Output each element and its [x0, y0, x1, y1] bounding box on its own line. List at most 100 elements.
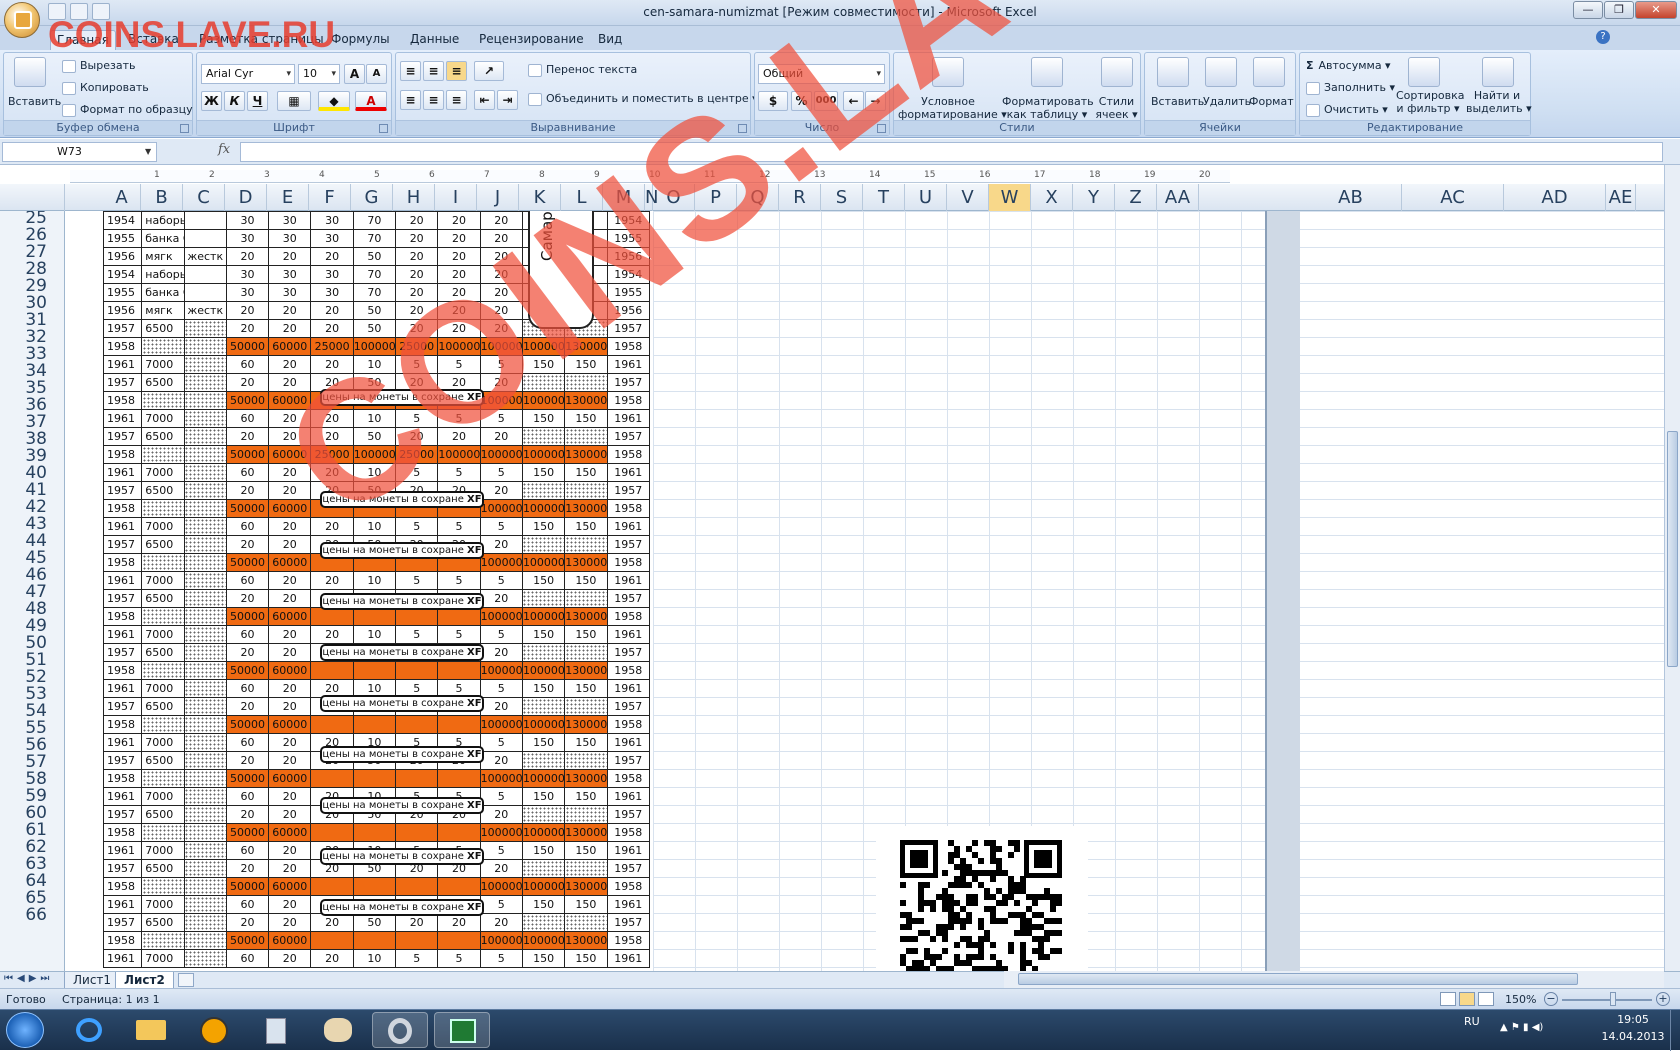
table-cell[interactable]	[183, 553, 227, 572]
table-cell[interactable]: 20	[479, 805, 523, 824]
table-cell[interactable]	[310, 715, 354, 734]
align-center-icon[interactable]: ≡	[423, 90, 444, 110]
fill-color-icon[interactable]: ◆	[318, 91, 350, 111]
table-cell[interactable]	[183, 427, 227, 446]
table-cell[interactable]	[521, 481, 566, 500]
table-cell[interactable]: 150	[564, 841, 608, 860]
table-cell[interactable]: 1957	[606, 805, 651, 824]
row-header[interactable]: 64	[0, 873, 64, 890]
align-left-icon[interactable]: ≡	[400, 90, 421, 110]
table-cell[interactable]: 5	[437, 571, 481, 590]
sort-filter-button[interactable]: Сортировка и фильтр ▾	[1396, 89, 1465, 115]
table-cell[interactable]: 100000	[479, 661, 523, 680]
paste-button[interactable]: Вставить	[8, 95, 61, 108]
column-header-b[interactable]: B	[141, 184, 183, 211]
table-cell[interactable]: 50000	[225, 931, 270, 950]
table-cell[interactable]: 60	[225, 625, 270, 644]
table-cell[interactable]: 100000	[521, 715, 566, 734]
table-cell[interactable]: 100000	[521, 931, 566, 950]
table-cell[interactable]	[564, 913, 608, 932]
insert-function-button[interactable]: fx	[218, 142, 230, 157]
table-cell[interactable]	[183, 211, 227, 230]
table-cell[interactable]: 1957	[102, 319, 143, 338]
table-cell[interactable]: 1957	[102, 913, 143, 932]
table-cell[interactable]: 50000	[225, 499, 270, 518]
table-cell[interactable]	[564, 535, 608, 554]
row-header[interactable]: 43	[0, 516, 64, 533]
table-cell[interactable]: 20	[310, 301, 354, 320]
taskbar-app-icon[interactable]	[186, 1012, 242, 1048]
table-cell[interactable]: 60000	[268, 499, 312, 518]
table-cell[interactable]	[183, 283, 227, 302]
table-cell[interactable]: 60000	[268, 661, 312, 680]
tray-language[interactable]: RU	[1464, 1015, 1480, 1028]
table-cell[interactable]	[395, 715, 439, 734]
row-header[interactable]: 31	[0, 312, 64, 329]
column-header-i[interactable]: I	[435, 184, 477, 211]
table-cell[interactable]: 1957	[102, 805, 143, 824]
tray-time[interactable]: 19:05	[1608, 1013, 1658, 1026]
table-cell[interactable]: 60000	[268, 823, 312, 842]
vertical-scroll-thumb[interactable]	[1667, 431, 1678, 667]
table-cell[interactable]: 1957	[102, 859, 143, 878]
column-header-c[interactable]: C	[183, 184, 225, 211]
table-cell[interactable]	[141, 877, 185, 896]
table-cell[interactable]	[395, 769, 439, 788]
table-cell[interactable]	[564, 697, 608, 716]
table-cell[interactable]	[521, 805, 566, 824]
table-cell[interactable]: 20	[437, 211, 481, 230]
font-size-select[interactable]: 10	[298, 64, 340, 84]
table-cell[interactable]: 50000	[225, 337, 270, 356]
table-cell[interactable]: 20	[268, 589, 312, 608]
table-cell[interactable]	[183, 337, 227, 356]
table-cell[interactable]: 1961	[606, 841, 651, 860]
table-cell[interactable]	[183, 787, 227, 806]
table-cell[interactable]: 100000	[521, 445, 566, 464]
table-cell[interactable]	[521, 697, 566, 716]
table-cell[interactable]: 50000	[225, 445, 270, 464]
table-cell[interactable]: 1961	[606, 517, 651, 536]
row-header[interactable]: 33	[0, 346, 64, 363]
table-cell[interactable]	[183, 391, 227, 410]
table-cell[interactable]: жестк	[183, 247, 227, 266]
table-cell[interactable]: 6500	[141, 805, 185, 824]
table-cell[interactable]: 50000	[225, 769, 270, 788]
table-cell[interactable]: 130000	[564, 553, 608, 572]
row-header[interactable]: 45	[0, 550, 64, 567]
row-header[interactable]: 50	[0, 635, 64, 652]
orientation-icon[interactable]: ↗	[474, 61, 504, 81]
table-cell[interactable]: 1961	[606, 463, 651, 482]
table-cell[interactable]: 1956	[102, 301, 143, 320]
name-box[interactable]: W73	[2, 142, 157, 162]
column-header-w[interactable]: W	[989, 184, 1031, 211]
table-cell[interactable]: 20	[225, 589, 270, 608]
table-cell[interactable]: 60	[225, 733, 270, 752]
table-cell[interactable]: 100000	[479, 877, 523, 896]
table-cell[interactable]: 1958	[102, 877, 143, 896]
table-cell[interactable]: 150	[564, 463, 608, 482]
table-cell[interactable]: 100000	[521, 769, 566, 788]
column-header-z[interactable]: Z	[1115, 184, 1157, 211]
table-cell[interactable]: 60000	[268, 607, 312, 626]
table-cell[interactable]	[183, 535, 227, 554]
page-layout-view-icon[interactable]	[1459, 992, 1475, 1006]
table-cell[interactable]	[310, 607, 354, 626]
table-cell[interactable]	[437, 769, 481, 788]
column-header-h[interactable]: H	[393, 184, 435, 211]
table-cell[interactable]	[141, 931, 185, 950]
table-cell[interactable]: 20	[479, 697, 523, 716]
table-cell[interactable]	[395, 931, 439, 950]
row-header[interactable]: 63	[0, 856, 64, 873]
table-cell[interactable]	[141, 607, 185, 626]
column-header-e[interactable]: E	[267, 184, 309, 211]
row-header[interactable]: 42	[0, 499, 64, 516]
table-cell[interactable]: 1961	[102, 841, 143, 860]
table-cell[interactable]: 60	[225, 895, 270, 914]
column-header-u[interactable]: U	[905, 184, 947, 211]
table-cell[interactable]: 1957	[606, 913, 651, 932]
table-cell[interactable]: 1961	[102, 463, 143, 482]
table-cell[interactable]	[183, 517, 227, 536]
table-cell[interactable]: 10	[352, 571, 397, 590]
table-cell[interactable]: 30	[310, 229, 354, 248]
table-cell[interactable]: 7000	[141, 679, 185, 698]
